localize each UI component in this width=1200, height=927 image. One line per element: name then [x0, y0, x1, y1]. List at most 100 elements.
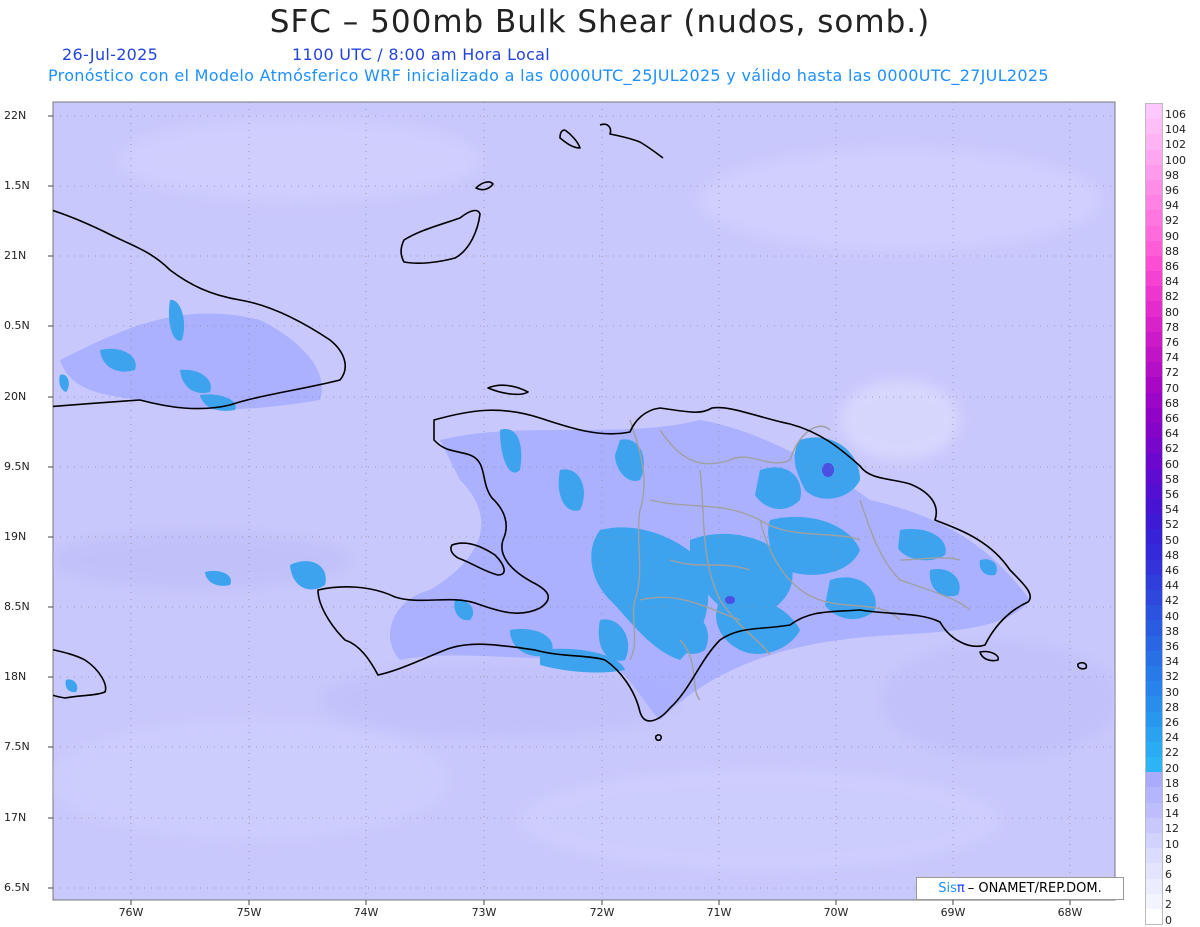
colorbar-swatch [1146, 104, 1162, 120]
lon-label: 74W [353, 906, 379, 919]
colorbar-swatch [1146, 893, 1162, 909]
colorbar-label: 88 [1165, 244, 1179, 258]
lat-label: 7.5N [4, 740, 30, 753]
colorbar-swatch [1146, 347, 1162, 363]
colorbar-swatch [1146, 119, 1162, 135]
colorbar-swatch [1146, 453, 1162, 469]
colorbar-label: 0 [1165, 913, 1172, 927]
colorbar-swatch [1146, 149, 1162, 165]
colorbar-label: 20 [1165, 761, 1179, 775]
lat-label: 17N [4, 811, 27, 824]
colorbar-label: 72 [1165, 366, 1179, 380]
colorbar-swatch [1146, 179, 1162, 196]
colorbar-swatch [1146, 422, 1162, 439]
lat-label: 6.5N [4, 881, 30, 894]
colorbar-swatch [1146, 407, 1162, 423]
colorbar-label: 16 [1165, 792, 1179, 805]
lat-label: 22N [4, 109, 27, 122]
lon-label: 68W [1057, 906, 1083, 919]
colorbar-swatch [1146, 301, 1162, 317]
colorbar-swatch [1146, 574, 1162, 590]
colorbar-label: 68 [1165, 396, 1179, 410]
lat-label: 19N [4, 530, 27, 543]
colorbar-label: 32 [1165, 670, 1179, 684]
colorbar-label: 46 [1165, 564, 1179, 577]
lat-label: 20N [4, 390, 27, 403]
lat-label: 18N [4, 670, 27, 683]
colorbar-label: 24 [1165, 731, 1179, 745]
colorbar-label: 60 [1165, 457, 1179, 471]
colorbar-swatch [1146, 210, 1162, 226]
colorbar-swatch [1146, 331, 1162, 347]
colorbar-label: 14 [1165, 807, 1179, 821]
colorbar-swatch [1146, 650, 1162, 666]
colorbar-swatch [1146, 772, 1162, 788]
colorbar-swatch [1146, 848, 1162, 864]
colorbar-swatch [1146, 863, 1162, 879]
colorbar-label: 62 [1165, 442, 1179, 456]
colorbar-swatch [1146, 438, 1162, 454]
lat-label: 9.5N [4, 460, 30, 473]
colorbar-swatch [1146, 544, 1162, 560]
colorbar-label: 82 [1165, 290, 1179, 304]
colorbar-label: 84 [1165, 275, 1179, 289]
lon-label: 76W [118, 906, 144, 919]
colorbar-swatch [1146, 620, 1162, 636]
colorbar-label: 70 [1165, 381, 1179, 395]
colorbar-label: 2 [1165, 898, 1172, 912]
colorbar-label: 8 [1165, 852, 1172, 866]
colorbar-swatch [1146, 164, 1162, 180]
colorbar-label: 28 [1165, 700, 1179, 714]
colorbar-swatch [1146, 134, 1162, 150]
colorbar-swatch [1146, 635, 1162, 651]
colorbar-swatch [1146, 255, 1162, 272]
colorbar-swatch [1146, 498, 1162, 515]
lon-label: 75W [236, 906, 262, 919]
colorbar-label: 36 [1165, 640, 1179, 653]
lat-label: 21N [4, 249, 27, 262]
colorbar-label: 76 [1165, 336, 1179, 349]
colorbar-label: 22 [1165, 746, 1179, 760]
colorbar-label: 12 [1165, 822, 1179, 836]
colorbar-swatch [1146, 316, 1162, 332]
colorbar-swatch [1146, 362, 1162, 378]
colorbar-label: 52 [1165, 518, 1179, 532]
colorbar-swatch [1146, 483, 1162, 499]
colorbar-label: 30 [1165, 685, 1179, 699]
colorbar-swatch [1146, 392, 1162, 408]
colorbar-label: 96 [1165, 184, 1179, 197]
colorbar-label: 56 [1165, 488, 1179, 501]
colorbar-swatch [1146, 696, 1162, 712]
sispi-logo: Sisπ [938, 881, 965, 896]
colorbar-swatch [1146, 590, 1162, 606]
colorbar-swatch [1146, 225, 1162, 241]
colorbar-swatch [1146, 787, 1162, 803]
colorbar-label: 90 [1165, 229, 1179, 243]
colorbar-label: 78 [1165, 320, 1179, 334]
lat-label: 0.5N [4, 319, 30, 332]
lon-label: 72W [589, 906, 615, 919]
colorbar-swatch [1146, 711, 1162, 727]
lon-label: 69W [940, 906, 966, 919]
colorbar-swatch [1146, 468, 1162, 484]
credit-text: – ONAMET/REP.DOM. [967, 881, 1102, 896]
colorbar-label: 34 [1165, 655, 1179, 669]
colorbar-swatch [1146, 240, 1162, 256]
colorbar-label: 80 [1165, 305, 1179, 319]
colorbar-label: 86 [1165, 260, 1179, 273]
colorbar-label: 10 [1165, 837, 1179, 851]
colorbar-swatch [1146, 741, 1162, 758]
credit-box: Sisπ – ONAMET/REP.DOM. [916, 877, 1124, 900]
shear-map [48, 101, 1116, 905]
colorbar-swatch [1146, 726, 1162, 742]
colorbar-label: 66 [1165, 412, 1179, 425]
colorbar-label: 94 [1165, 199, 1179, 213]
colorbar-swatch [1146, 757, 1162, 773]
colorbar-swatch [1146, 605, 1162, 621]
colorbar-label: 100 [1165, 153, 1186, 167]
colorbar-swatch [1146, 529, 1162, 545]
colorbar-swatch [1146, 833, 1162, 849]
colorbar-label: 98 [1165, 168, 1179, 182]
colorbar-label: 92 [1165, 214, 1179, 228]
lon-label: 70W [823, 906, 849, 919]
